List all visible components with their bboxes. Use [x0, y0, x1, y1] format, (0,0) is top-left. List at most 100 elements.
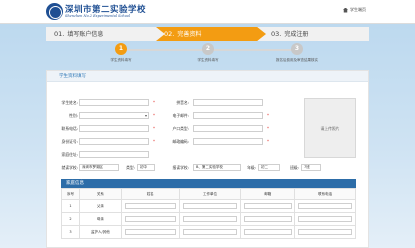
- column-header: 序号: [61, 188, 80, 200]
- id-number-label: 身份证号:: [61, 139, 78, 144]
- student-home-link[interactable]: 学生端页: [343, 7, 366, 13]
- phone-input[interactable]: [298, 203, 352, 209]
- row-index: 2: [61, 212, 80, 226]
- student-name-input[interactable]: [79, 99, 149, 106]
- registration-steps: 01. 填写账户信息 02. 完善资料 03. 完成注册: [46, 27, 369, 41]
- home-link-label: 学生端页: [350, 7, 366, 12]
- email-cell: [240, 212, 296, 226]
- table-row: 1 父亲: [61, 199, 356, 213]
- photo-upload[interactable]: 请上传照片: [304, 98, 356, 158]
- school-logo[interactable]: 深圳市第二实验学校 Shenzhen No.2 Experimental Sch…: [46, 3, 146, 21]
- workplace-cell: [178, 225, 242, 239]
- family-table: 序号 关系 姓名 工作单位 邮箱 联系电话 1 父亲 2 母亲 3 监护人/其他: [61, 188, 356, 239]
- name-cell: [120, 199, 180, 213]
- workplace-cell: [178, 212, 242, 226]
- email-label: 电子邮件:: [172, 113, 189, 118]
- student-profile-card: 学生资料填写 学生姓名: * 性别: * 联系电话: * 身份证号: * 家庭住…: [46, 70, 369, 248]
- row-relation: 母亲: [78, 212, 122, 226]
- graduated-school-label: 就读学校:: [61, 165, 78, 170]
- required-mark: *: [153, 139, 155, 144]
- phone-cell: [294, 199, 356, 213]
- step-label: 填写账户信息: [67, 31, 104, 38]
- workplace-cell: [178, 199, 242, 213]
- column-header: 联系电话: [294, 188, 356, 200]
- progress-number: 2: [202, 43, 214, 55]
- graduated-school-select[interactable]: 深圳市罗湖区: [79, 164, 119, 171]
- profile-progress: 1 学生资料填写 2 学生资料填写 3 报名后费用及审查结果核实: [70, 42, 360, 64]
- email-input[interactable]: [244, 216, 292, 222]
- email-input[interactable]: [244, 203, 292, 209]
- required-mark: *: [267, 139, 269, 144]
- step-account-info: 01. 填写账户信息: [54, 27, 103, 41]
- grade-select[interactable]: 初二: [258, 164, 280, 171]
- name-input[interactable]: [124, 203, 176, 209]
- progress-node-1: 1 学生资料填写: [111, 43, 132, 62]
- contact-phone-label: 联系电话:: [61, 126, 78, 131]
- school-name-en: Shenzhen No.2 Experimental School: [65, 14, 131, 18]
- column-header: 邮箱: [240, 188, 296, 200]
- required-mark: *: [153, 126, 155, 131]
- postal-code-input[interactable]: [193, 138, 263, 145]
- grade-label: 年级:: [247, 165, 256, 170]
- phone-cell: [294, 225, 356, 239]
- applied-school-select[interactable]: B、第二实验学校: [193, 164, 241, 171]
- top-bar: 深圳市第二实验学校 Shenzhen No.2 Experimental Sch…: [0, 0, 415, 24]
- step-label: 完善资料: [177, 31, 202, 38]
- required-mark: *: [153, 113, 155, 118]
- gender-select[interactable]: [79, 112, 149, 119]
- progress-number: 3: [291, 43, 303, 55]
- card-title: 学生资料填写: [47, 71, 368, 82]
- hukou-type-input[interactable]: [193, 125, 263, 132]
- step-number: 03.: [271, 30, 282, 38]
- workplace-input[interactable]: [182, 216, 238, 222]
- home-icon: [343, 7, 348, 13]
- row-index: 3: [61, 225, 80, 239]
- required-mark: *: [153, 100, 155, 105]
- contact-phone-input[interactable]: [79, 125, 149, 132]
- type-select[interactable]: 初中: [137, 164, 155, 171]
- progress-label: 报名后费用及审查结果核实: [276, 58, 318, 62]
- applied-school-label: 报读学校:: [172, 165, 189, 170]
- step-finish: 03. 完成注册: [271, 27, 308, 41]
- name-input[interactable]: [124, 229, 176, 235]
- row-index: 1: [61, 199, 80, 213]
- school-seal-icon: [46, 3, 63, 20]
- step-complete-profile: 02. 完善资料: [156, 27, 266, 41]
- email-cell: [240, 199, 296, 213]
- pinyin-name-input[interactable]: [193, 99, 263, 106]
- column-header: 关系: [78, 188, 122, 200]
- phone-input[interactable]: [298, 216, 352, 222]
- email-input[interactable]: [244, 229, 292, 235]
- gender-label: 性别:: [69, 113, 78, 118]
- name-input[interactable]: [124, 216, 176, 222]
- phone-cell: [294, 212, 356, 226]
- pinyin-name-label: 拼音名:: [176, 100, 189, 105]
- student-name-label: 学生姓名:: [61, 100, 78, 105]
- name-cell: [120, 225, 180, 239]
- home-address-input[interactable]: [79, 151, 149, 158]
- step-number: 01.: [54, 30, 65, 38]
- chevron-down-icon: [145, 115, 147, 117]
- email-cell: [240, 225, 296, 239]
- family-info-section: 家庭信息 序号 关系 姓名 工作单位 邮箱 联系电话 1 父亲 2 母亲 3 监…: [61, 179, 356, 248]
- progress-number: 1: [115, 43, 127, 55]
- id-number-input[interactable]: [79, 138, 149, 145]
- progress-node-2: 2 学生资料填写: [198, 43, 219, 62]
- postal-code-label: 邮政编码:: [172, 139, 189, 144]
- phone-input[interactable]: [298, 229, 352, 235]
- progress-label: 学生资料填写: [110, 58, 132, 62]
- email-input[interactable]: [193, 112, 263, 119]
- column-header: 姓名: [120, 188, 180, 200]
- home-address-label: 家庭住址:: [61, 152, 78, 157]
- workplace-input[interactable]: [182, 229, 238, 235]
- class-select[interactable]: 7班: [301, 164, 321, 171]
- row-relation: 父亲: [78, 199, 122, 213]
- workplace-input[interactable]: [182, 203, 238, 209]
- class-label: 班级:: [290, 165, 299, 170]
- step-label: 完成注册: [284, 31, 309, 38]
- table-row: 2 母亲: [61, 212, 356, 226]
- family-table-header: 序号 关系 姓名 工作单位 邮箱 联系电话: [61, 188, 356, 200]
- required-mark: *: [267, 126, 269, 131]
- name-cell: [120, 212, 180, 226]
- column-header: 工作单位: [178, 188, 242, 200]
